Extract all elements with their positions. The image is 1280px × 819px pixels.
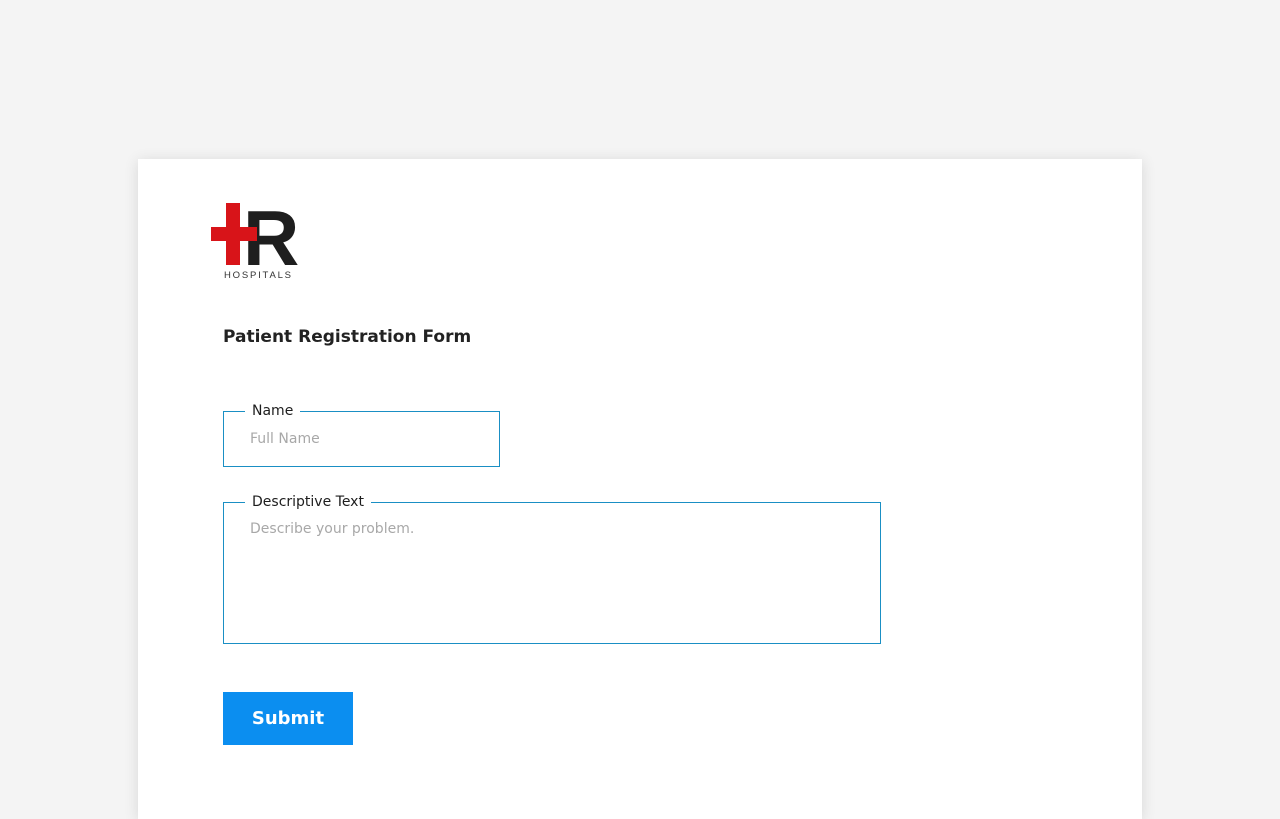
description-textarea[interactable] [250, 521, 860, 631]
description-field: Descriptive Text [223, 493, 881, 644]
hospital-logo: R HOSPITALS [211, 203, 311, 283]
registration-card: R HOSPITALS Patient Registration Form Na… [138, 159, 1142, 819]
name-field-label: Name [245, 402, 301, 420]
logo-mark-icon: R [211, 203, 299, 267]
submit-button[interactable]: Submit [223, 692, 353, 745]
description-field-label: Descriptive Text [245, 493, 371, 511]
name-input[interactable] [250, 429, 480, 449]
logo-subtext: HOSPITALS [224, 270, 293, 281]
name-field: Name [223, 402, 500, 467]
form-title: Patient Registration Form [223, 327, 472, 347]
